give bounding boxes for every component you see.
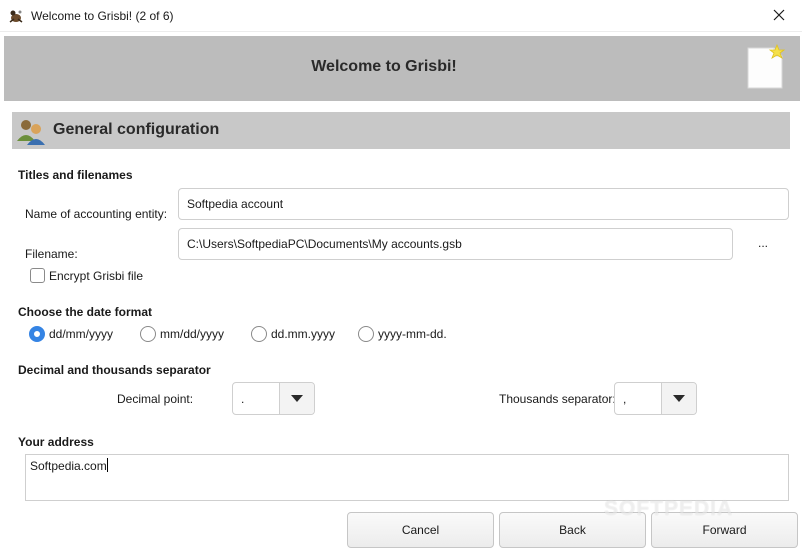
grisbi-app-icon — [8, 8, 24, 24]
titles-filenames-header: Titles and filenames — [18, 168, 133, 182]
close-icon — [773, 9, 785, 24]
address-text: Softpedia.com — [30, 459, 107, 473]
encrypt-label: Encrypt Grisbi file — [49, 269, 144, 283]
softpedia-watermark: SOFTPEDIA — [604, 497, 734, 520]
banner-title: Welcome to Grisbi! — [311, 58, 457, 75]
entity-name-input[interactable]: Softpedia account — [178, 188, 789, 220]
browse-button[interactable]: ... — [753, 236, 773, 250]
section-title: General configuration — [53, 121, 220, 138]
section-header: General configuration — [12, 112, 790, 149]
thousands-separator-combo[interactable]: , — [614, 382, 697, 415]
thousands-separator-label: Thousands separator: — [499, 392, 616, 406]
title-bar: Welcome to Grisbi! (2 of 6) — [0, 0, 802, 32]
cancel-button[interactable]: Cancel — [347, 512, 494, 548]
welcome-banner: Welcome to Grisbi! — [4, 36, 800, 101]
date-radio-mmddyyyy[interactable] — [140, 326, 156, 342]
decimal-point-label: Decimal point: — [117, 392, 194, 406]
date-option-label: dd.mm.yyyy — [271, 327, 336, 341]
date-option-label: yyyy-mm-dd. — [378, 327, 447, 341]
filename-input[interactable]: C:\Users\SoftpediaPC\Documents\My accoun… — [178, 228, 733, 260]
separators-header: Decimal and thousands separator — [18, 363, 211, 377]
date-radio-ddmmyyyy-dot[interactable] — [251, 326, 267, 342]
date-radio-iso[interactable] — [358, 326, 374, 342]
date-radio-ddmmyyyy[interactable] — [29, 326, 45, 342]
chevron-down-icon[interactable] — [279, 383, 314, 414]
filename-label: Filename: — [25, 247, 78, 261]
thousands-separator-value: , — [623, 391, 627, 406]
address-textarea[interactable]: Softpedia.com — [25, 454, 789, 501]
close-button[interactable] — [756, 0, 802, 32]
date-option-label: dd/mm/yyyy — [49, 327, 114, 341]
text-caret — [106, 458, 108, 472]
date-format-header: Choose the date format — [18, 305, 153, 319]
new-file-icon — [746, 43, 786, 90]
encrypt-checkbox[interactable] — [30, 268, 45, 283]
chevron-down-icon[interactable] — [661, 383, 696, 414]
date-option-label: mm/dd/yyyy — [160, 327, 225, 341]
address-header: Your address — [18, 435, 94, 449]
decimal-point-combo[interactable]: . — [232, 382, 315, 415]
decimal-point-value: . — [241, 391, 245, 406]
entity-name-label: Name of accounting entity: — [25, 207, 168, 221]
users-icon — [16, 117, 46, 145]
window-title: Welcome to Grisbi! (2 of 6) — [31, 9, 174, 23]
